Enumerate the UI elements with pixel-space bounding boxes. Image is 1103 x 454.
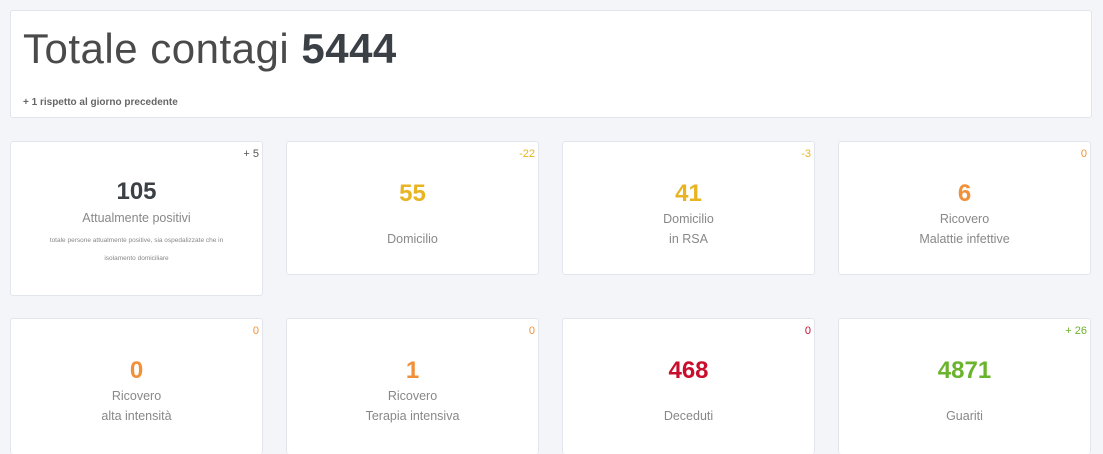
daily-change-text: + 1 rispetto al giorno precedente: [23, 97, 178, 108]
delta-badge: + 26: [1065, 325, 1087, 337]
stat-value: 41: [675, 180, 702, 207]
delta-badge: 0: [252, 325, 259, 337]
stat-value: 0: [129, 357, 144, 384]
card-alta-intensita: 0 0 Ricovero alta intensità: [10, 318, 263, 454]
card-domicilio-rsa: -3 41 Domicilio in RSA: [562, 141, 815, 275]
stat-value: 55: [399, 180, 426, 207]
stat-value: 1: [405, 357, 420, 384]
card-attualmente-positivi: + 5 105 Attualmente positivi totale pers…: [10, 141, 263, 296]
card-guariti: + 26 4871 Guariti: [838, 318, 1091, 454]
title-prefix: Totale contagi: [23, 25, 290, 72]
page-title: Totale contagi 5444: [23, 25, 397, 73]
stat-label: Domicilio: [387, 232, 438, 246]
delta-badge: + 5: [243, 148, 259, 160]
stat-label: Ricovero: [387, 389, 438, 403]
stat-sublabel: Malattie infettive: [919, 232, 1010, 246]
delta-badge: 0: [528, 325, 535, 337]
total-cases-value: 5444: [301, 25, 397, 72]
stat-sublabel: in RSA: [669, 232, 708, 246]
stat-description-line2: isolamento domiciliare: [104, 255, 169, 262]
stat-value: 105: [116, 178, 157, 205]
card-deceduti: 0 468 Deceduti: [562, 318, 815, 454]
card-domicilio: -22 55 Domicilio: [286, 141, 539, 275]
stat-value: 468: [668, 357, 709, 384]
stat-label: Guariti: [946, 409, 983, 423]
stat-value: 4871: [937, 357, 992, 384]
delta-badge: 0: [804, 325, 811, 337]
stat-label: Ricovero: [111, 389, 162, 403]
stat-sublabel: alta intensità: [101, 409, 172, 423]
total-cases-card: Totale contagi 5444 + 1 rispetto al gior…: [10, 10, 1092, 118]
delta-badge: -3: [801, 148, 811, 160]
stat-description-line1: totale persone attualmente positive, sia…: [49, 237, 224, 244]
stat-sublabel: Terapia intensiva: [365, 409, 460, 423]
stat-label: Ricovero: [939, 212, 990, 226]
stat-label: Domicilio: [663, 212, 714, 226]
stat-label: Deceduti: [663, 409, 714, 423]
delta-badge: -22: [519, 148, 535, 160]
card-terapia-intensiva: 0 1 Ricovero Terapia intensiva: [286, 318, 539, 454]
stat-value: 6: [957, 180, 972, 207]
card-malattie-infettive: 0 6 Ricovero Malattie infettive: [838, 141, 1091, 275]
stat-label: Attualmente positivi: [82, 211, 191, 225]
delta-badge: 0: [1080, 148, 1087, 160]
